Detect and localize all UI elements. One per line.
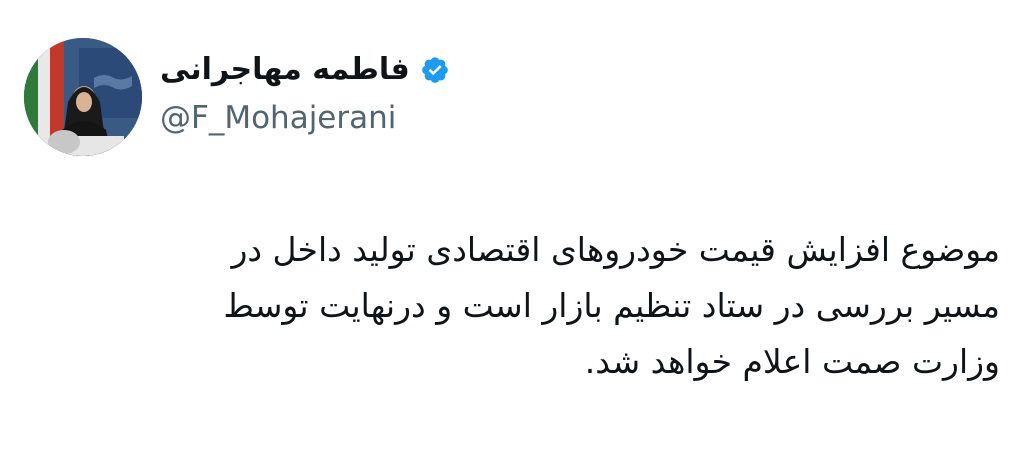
tweet-text-line: وزارت صمت اعلام خواهد شد.	[584, 342, 1000, 381]
author-handle[interactable]: @F_Mohajerani	[160, 98, 396, 138]
tweet-card: فاطمه مهاجرانی @F_Mohajerani موضوع افزای…	[0, 0, 1024, 457]
author-display-name[interactable]: فاطمه مهاجرانی	[160, 50, 410, 90]
verified-badge-icon	[420, 55, 450, 85]
author-name-row: فاطمه مهاجرانی	[160, 50, 450, 90]
tweet-text: موضوع افزایش قیمت خودروهای اقتصادی تولید…	[20, 222, 1000, 390]
tweet-text-line: مسیر بررسی در ستاد تنظیم بازار است و درن…	[223, 286, 1000, 325]
tweet-text-line: موضوع افزایش قیمت خودروهای اقتصادی تولید…	[231, 230, 1000, 269]
avatar-photo-icon	[24, 38, 142, 156]
author-avatar[interactable]	[24, 38, 142, 156]
